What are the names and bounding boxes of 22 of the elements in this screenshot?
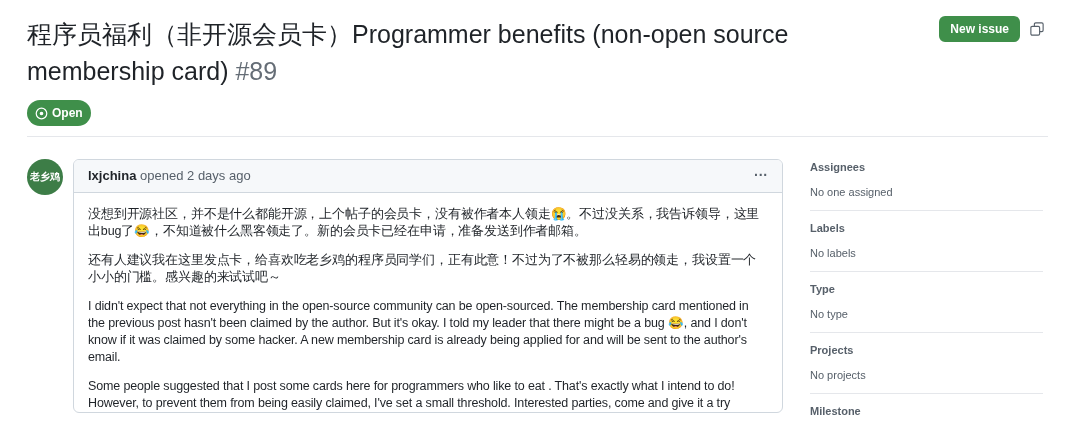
issue-title: 程序员福利（非开源会员卡）Programmer benefits (non-open source membership card) #89: [27, 19, 790, 87]
sidebar-heading[interactable]: Projects: [810, 341, 1043, 358]
more-options-button[interactable]: ···: [754, 165, 768, 186]
author-link[interactable]: lxjchina: [88, 167, 137, 183]
sidebar-value: No labels: [810, 245, 857, 261]
comment-paragraph: Some people suggested that I post some cards here for programmers who like to eat . That's exactly what I intend to do! However, to prevent them from being easily claimed, I've set a small threshold. Interested parties, come and give it a try: [88, 377, 736, 412]
sidebar-heading[interactable]: Milestone: [810, 402, 1043, 419]
comment-meta: opened 2 days ago: [140, 167, 251, 183]
sidebar-heading[interactable]: Type: [810, 280, 1043, 297]
sidebar-value: No projects: [810, 367, 867, 383]
avatar[interactable]: 老乡鸡: [27, 158, 63, 195]
status-badge: Open: [27, 100, 91, 126]
comment-paragraph: I didn't expect that not everything in the open-source community can be open-sourced. The membership card mentioned in the previous post hasn't been claimed by the author. But it's okay. I told my leader that there might be a bug 😂, and I don't know if it was claimed by some hacker. A new membership card is already being applied for and will be sent to the author's email.: [88, 297, 750, 366]
sidebar-heading[interactable]: Assignees: [810, 158, 1043, 175]
sidebar-heading[interactable]: Labels: [810, 219, 1043, 236]
sidebar-value: No type: [810, 306, 849, 322]
copy-icon[interactable]: [1030, 22, 1044, 36]
new-issue-button[interactable]: New issue: [939, 16, 1020, 42]
comment-paragraph: 没想到开源社区，并不是什么都能开源，上个帖子的会员卡，没有被作者本人领走😭。不过没关系，我告诉领导，这里出bug了😂，不知道被什么黑客领走了。新的会员卡已经在申请，准备发送到作者邮箱。: [88, 205, 761, 240]
sidebar-value: No one assigned: [810, 184, 894, 200]
comment-paragraph: 还有人建议我在这里发点卡，给喜欢吃老乡鸡的程序员同学们，正有此意！不过为了不被那么轻易的领走，我设置一个小小的门槛。感兴趣的来试试吧～: [88, 251, 758, 286]
open-issue-icon: [35, 106, 48, 120]
